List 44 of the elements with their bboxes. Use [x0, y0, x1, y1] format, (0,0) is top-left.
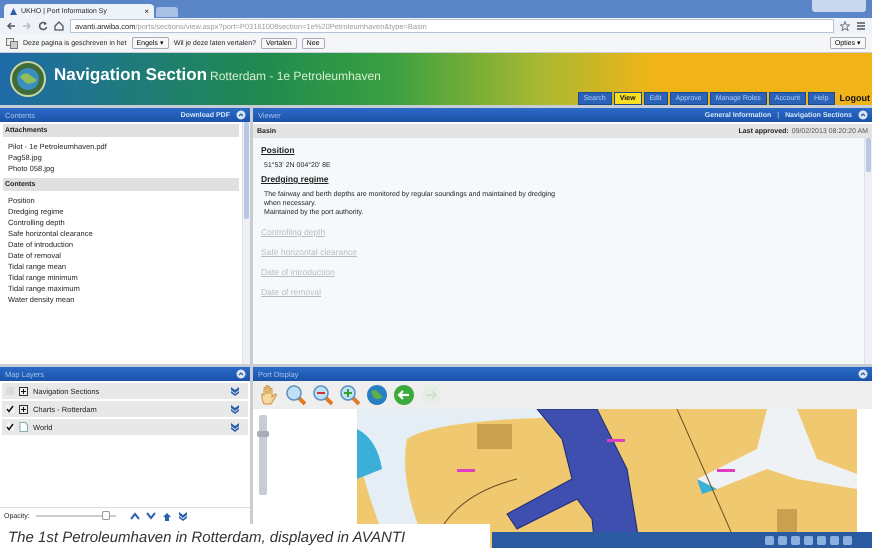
logout-link[interactable]: Logout	[836, 93, 872, 105]
zoom-in-icon[interactable]	[339, 384, 361, 406]
double-chevron-icon[interactable]	[178, 511, 188, 521]
building	[777, 509, 797, 534]
star-icon[interactable]	[840, 21, 850, 31]
zoom-slider[interactable]	[259, 415, 267, 495]
double-chevron-icon[interactable]	[230, 386, 240, 396]
page-icon	[19, 422, 28, 432]
close-tab-button[interactable]: ×	[144, 6, 149, 16]
water-area	[357, 429, 382, 479]
layer-checkbox[interactable]	[6, 405, 14, 413]
collapse-icon[interactable]	[236, 369, 246, 379]
expand-icon[interactable]	[19, 404, 28, 414]
reload-icon[interactable]	[38, 21, 48, 31]
move-top-icon[interactable]	[162, 512, 172, 520]
image-caption: The 1st Petroleumhaven in Rotterdam, displayed in AVANTI	[0, 524, 490, 548]
home-icon[interactable]	[54, 21, 64, 31]
collapse-icon[interactable]	[858, 369, 868, 379]
globe-emblem-icon	[10, 61, 46, 97]
zoom-out-icon[interactable]	[312, 384, 334, 406]
translate-icon	[6, 38, 18, 48]
menu-icon[interactable]	[856, 21, 866, 31]
app-title: Navigation Section	[54, 65, 208, 85]
layer-checkbox[interactable]	[6, 423, 14, 431]
section-heading: Controlling depth	[261, 227, 326, 237]
magnifier-icon[interactable]	[285, 384, 307, 406]
collapse-icon[interactable]	[858, 110, 868, 120]
scrollbar[interactable]	[242, 122, 250, 364]
back-icon[interactable]	[6, 21, 16, 31]
globe-icon[interactable]	[366, 384, 388, 406]
section-heading: Position	[261, 145, 296, 155]
double-chevron-icon[interactable]	[230, 404, 240, 414]
building	[477, 424, 512, 449]
logo-icon	[9, 6, 18, 16]
location-subtitle: Rotterdam - 1e Petroleumhaven	[210, 69, 381, 83]
scrollbar[interactable]	[864, 138, 872, 364]
section-heading: Dredging regime	[261, 174, 330, 184]
section-heading: Date of introduction	[261, 267, 336, 277]
collapse-icon[interactable]	[236, 110, 246, 120]
water-area	[697, 479, 717, 494]
section-heading: Date of removal	[261, 287, 322, 297]
expand-icon[interactable]	[19, 386, 28, 396]
double-chevron-icon[interactable]	[230, 422, 240, 432]
section-heading: Safe horizontal clearance	[261, 247, 358, 257]
